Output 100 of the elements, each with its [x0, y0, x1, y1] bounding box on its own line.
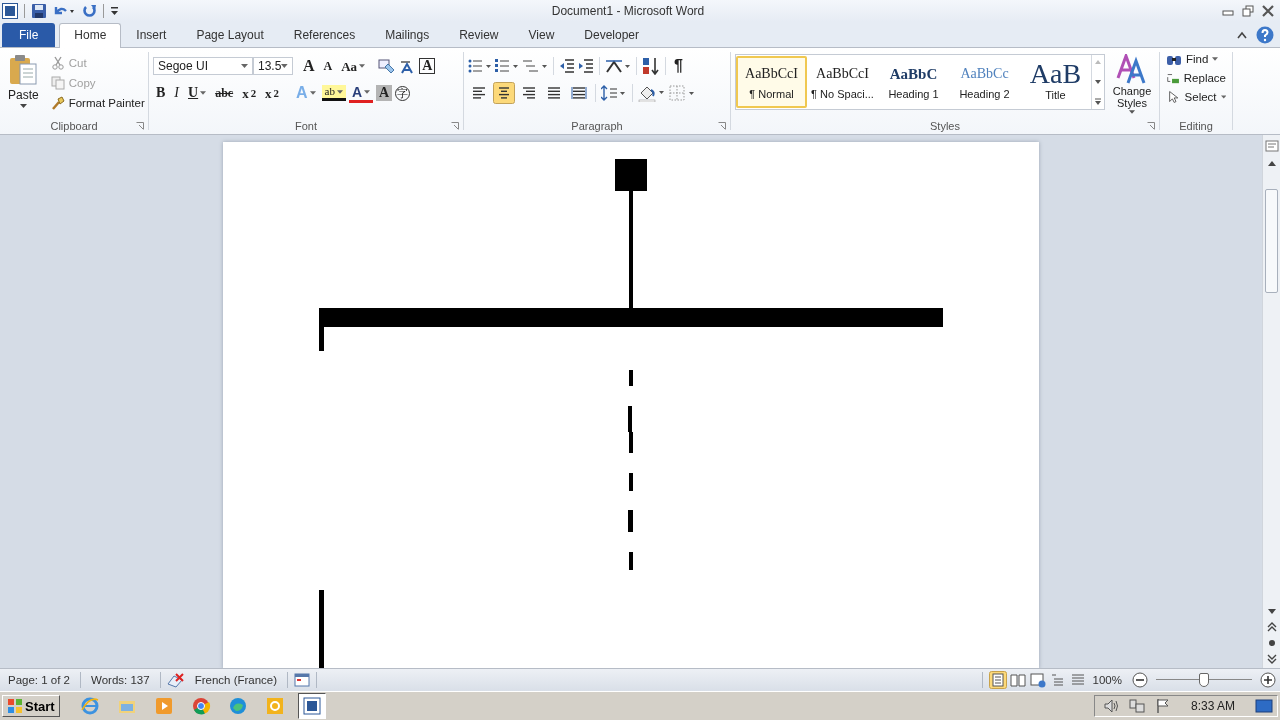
bold-button[interactable]: B [153, 85, 169, 101]
word-count[interactable]: Words: 137 [87, 674, 154, 686]
style-name: ¶ Normal [749, 88, 794, 100]
font-name-field[interactable]: Segoe UI [153, 57, 253, 75]
ribbon-tab[interactable]: Developer [569, 23, 654, 47]
next-page-icon[interactable] [1266, 654, 1277, 664]
print-view-icon[interactable] [988, 671, 1007, 689]
browse-object-icon[interactable] [1266, 638, 1277, 648]
numbering-icon[interactable] [495, 58, 519, 74]
start-button[interactable]: Start [2, 695, 60, 717]
zoom-in-icon[interactable] [1260, 672, 1276, 688]
collapse-ribbon-icon[interactable] [1236, 29, 1248, 40]
highlight-button[interactable]: ab [321, 85, 346, 101]
zoom-slider-thumb[interactable] [1199, 673, 1209, 687]
bullets-icon[interactable] [468, 58, 492, 74]
dialog-launcher-icon[interactable] [718, 122, 726, 130]
clipboard-icon [8, 54, 39, 86]
ribbon-tab[interactable]: View [513, 23, 570, 47]
style-name: Heading 1 [888, 88, 939, 100]
vertical-scrollbar[interactable] [1262, 135, 1280, 668]
find-button[interactable]: Find [1164, 50, 1228, 68]
web-view-icon[interactable] [1028, 671, 1047, 689]
center-align-icon[interactable] [493, 82, 515, 104]
dash-mark [629, 552, 633, 570]
group-label: Paragraph [571, 120, 623, 132]
ring-icon [264, 696, 285, 716]
grow-font-button[interactable]: A [300, 57, 318, 75]
restore-icon[interactable] [1242, 5, 1254, 17]
replace-button[interactable]: Replace [1164, 69, 1228, 87]
word-app-icon[interactable] [2, 3, 18, 19]
ribbon-tab[interactable]: Home [59, 23, 122, 48]
decrease-indent-icon[interactable] [559, 58, 575, 74]
show-formatting-marks-button[interactable]: ¶ [671, 57, 686, 75]
previous-page-icon[interactable] [1266, 622, 1277, 632]
style-name: ¶ No Spaci... [811, 88, 874, 100]
page-count[interactable]: Page: 1 of 2 [4, 674, 75, 686]
italic-button[interactable]: I [171, 85, 182, 101]
underline-button[interactable]: U [185, 85, 210, 101]
font-color-button[interactable]: A [348, 83, 374, 103]
increase-indent-icon[interactable] [578, 58, 594, 74]
shading-bucket-icon[interactable] [638, 84, 666, 102]
sort-icon[interactable] [642, 57, 660, 75]
dash-mark [628, 510, 633, 532]
change-case-button[interactable]: Aa [338, 58, 369, 74]
redo-icon[interactable] [81, 3, 97, 19]
style-item[interactable]: AaBbCcI ¶ No Spaci... [807, 56, 878, 108]
ruler-toggle-icon[interactable] [1264, 139, 1279, 153]
help-icon[interactable] [1256, 25, 1274, 44]
line-spacing-icon[interactable] [601, 85, 627, 101]
clear-formatting-icon[interactable] [377, 57, 396, 75]
ribbon-tab[interactable]: References [278, 23, 371, 47]
save-icon[interactable] [31, 3, 47, 19]
language-indicator[interactable]: French (France) [190, 674, 282, 686]
zoom-out-icon[interactable] [1132, 672, 1148, 688]
window-title: Document1 - Microsoft Word [550, 4, 706, 18]
file-tab[interactable]: File [2, 23, 56, 47]
multilevel-list-icon[interactable] [522, 58, 548, 74]
ribbon-tab[interactable]: Mailings [370, 23, 445, 47]
scroll-thumb[interactable] [1265, 189, 1278, 293]
style-item[interactable]: AaBbCcI ¶ Normal [736, 56, 807, 108]
strikethrough-button[interactable]: abc [212, 86, 237, 100]
clock[interactable]: 8:33 AM [1190, 699, 1235, 713]
close-icon[interactable] [1262, 5, 1274, 17]
style-item[interactable]: AaBbC Heading 1 [878, 56, 949, 108]
dialog-launcher-icon[interactable] [136, 122, 144, 130]
character-shading-button[interactable]: A [376, 85, 393, 101]
ribbon-tab[interactable]: Review [444, 23, 514, 47]
character-border-button[interactable]: A [419, 58, 436, 74]
proofing-error-icon[interactable] [166, 672, 185, 688]
style-item[interactable]: AaB Title [1020, 56, 1091, 108]
dialog-launcher-icon[interactable] [1147, 122, 1155, 130]
network-icon[interactable] [1128, 698, 1145, 714]
text-direction-icon[interactable] [605, 58, 631, 74]
style-item[interactable]: AaBbCc Heading 2 [949, 56, 1020, 108]
select-button[interactable]: Select [1164, 88, 1228, 106]
reading-view-icon[interactable] [1008, 671, 1027, 689]
ribbon-tab[interactable]: Insert [121, 23, 182, 47]
macro-recording-icon[interactable] [294, 673, 311, 687]
speaker-icon[interactable] [1102, 698, 1119, 714]
dialog-launcher-icon[interactable] [451, 122, 459, 130]
customize-caret-icon[interactable] [110, 6, 119, 16]
style-preview: AaBbC [889, 65, 938, 84]
zoom-level[interactable]: 100% [1088, 674, 1126, 686]
group-label: Editing [1179, 120, 1213, 132]
group-label: Font [295, 120, 317, 132]
scroll-down-arrow-icon[interactable] [1266, 608, 1277, 616]
letters-icon [1116, 54, 1148, 84]
browser-icon [190, 696, 211, 716]
scissors-icon [50, 56, 65, 70]
play-icon [153, 696, 174, 716]
paste-button[interactable]: Paste [4, 52, 43, 118]
show-desktop-icon[interactable] [1255, 698, 1273, 714]
font-size-field[interactable]: 13.5 [253, 57, 293, 75]
change-styles-button[interactable]: Change Styles [1109, 54, 1155, 118]
ribbon-tab[interactable]: Page Layout [181, 23, 279, 47]
format-painter-button[interactable]: Format Painter [48, 94, 147, 112]
scroll-up-arrow-icon[interactable] [1266, 159, 1277, 167]
taskbar-app-button[interactable] [297, 693, 326, 719]
shrink-font-button[interactable]: A [320, 59, 336, 73]
flag-icon[interactable] [1154, 698, 1171, 714]
